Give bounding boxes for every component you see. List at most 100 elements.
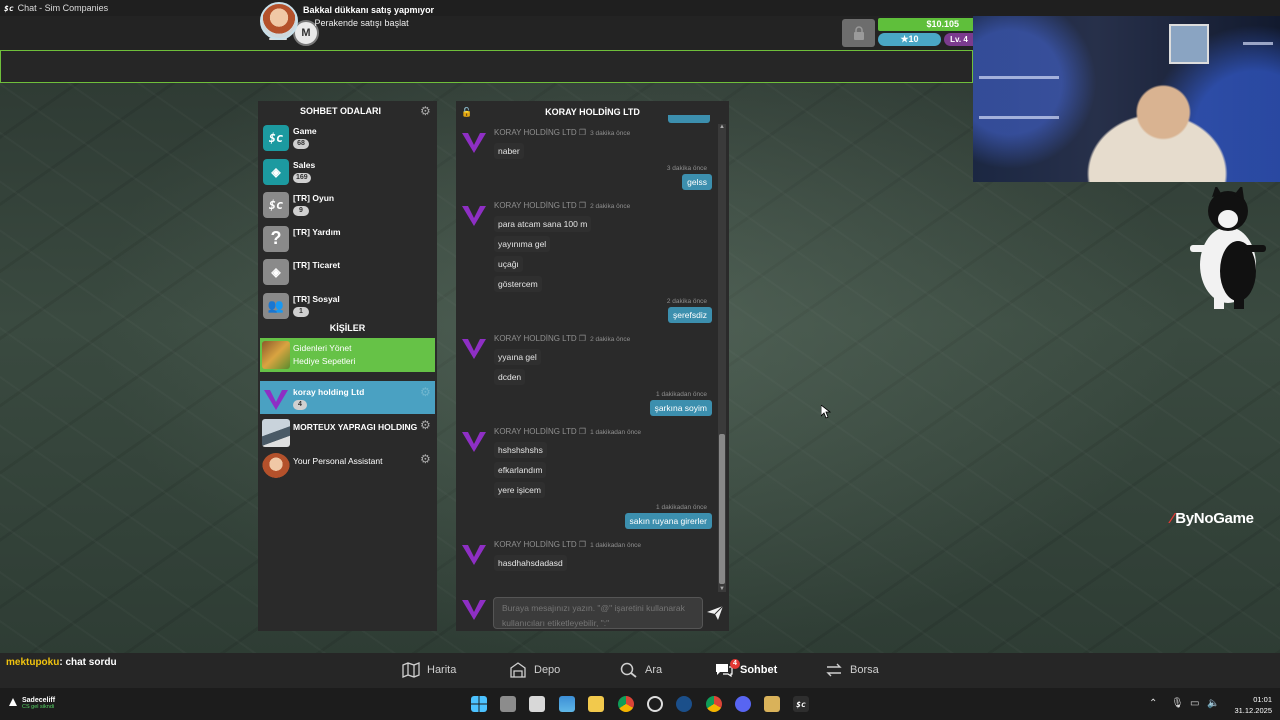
copy-icon[interactable]: ❐ bbox=[577, 427, 586, 436]
warehouse-icon bbox=[510, 662, 526, 678]
chat-room-item[interactable]: $c Game 68 bbox=[262, 124, 434, 156]
message-sender[interactable]: KORAY HOLDİNG LTD ❐ 1 dakikadan önce bbox=[494, 427, 641, 436]
taskbar-user[interactable]: Sadeceliff CS gel sikndi bbox=[8, 697, 55, 710]
contact-personal-assistant[interactable]: Your Personal Assistant ⚙ bbox=[260, 450, 435, 483]
sc-logo-icon: $c bbox=[263, 192, 289, 218]
company-logo-icon bbox=[462, 432, 486, 452]
app-icon[interactable] bbox=[764, 696, 780, 712]
mouse-cursor-icon bbox=[821, 405, 831, 419]
room-name: [TR] Oyun bbox=[293, 193, 335, 203]
contacts-title: KİŞİLER bbox=[329, 323, 366, 333]
message-sender[interactable]: KORAY HOLDİNG LTD ❐ 2 dakika önce bbox=[494, 334, 630, 343]
sc-logo-icon: $c bbox=[4, 3, 14, 13]
gear-icon[interactable]: ⚙ bbox=[420, 386, 432, 398]
notification-bar[interactable] bbox=[0, 50, 973, 83]
task-view-icon[interactable] bbox=[500, 696, 516, 712]
message-time: 3 dakika önce bbox=[666, 165, 707, 172]
message-time: 2 dakika önce bbox=[666, 298, 707, 305]
sc-logo-icon[interactable]: $c bbox=[793, 696, 809, 712]
photos-app-icon[interactable] bbox=[559, 696, 575, 712]
room-count-badge: 1 bbox=[293, 306, 309, 317]
message-bubble-partial bbox=[668, 115, 710, 123]
gift-baskets-button[interactable]: Gidenleri Yönet Hediye Sepetleri bbox=[260, 338, 435, 372]
contact-name: koray holding Ltd bbox=[293, 387, 365, 397]
money-balance[interactable]: $10.105 bbox=[878, 18, 973, 31]
scrollbar-thumb[interactable] bbox=[719, 434, 725, 584]
file-explorer-icon[interactable] bbox=[588, 696, 604, 712]
company-logo-icon bbox=[462, 545, 486, 565]
nav-map[interactable]: Harita bbox=[402, 662, 456, 678]
message-sender[interactable]: KORAY HOLDİNG LTD ❐ 1 dakikadan önce bbox=[494, 540, 641, 549]
copy-icon[interactable]: ❐ bbox=[577, 540, 586, 549]
nav-warehouse[interactable]: Depo bbox=[509, 662, 560, 678]
level-badge[interactable]: Lv. 4 bbox=[944, 33, 974, 46]
copy-icon[interactable]: ❐ bbox=[577, 334, 586, 343]
notification-title: Bakkal dükkanı satış yapmıyor bbox=[303, 5, 435, 15]
chat-room-item[interactable]: ◈ Sales 169 bbox=[262, 158, 434, 190]
streamer-webcam bbox=[973, 16, 1280, 182]
notification-action-link[interactable]: → Perakende satışı başlat bbox=[303, 18, 409, 28]
app-icon[interactable] bbox=[647, 696, 663, 712]
chat-room-item[interactable]: $c [TR] Oyun 9 bbox=[262, 191, 434, 223]
truck-avatar bbox=[262, 419, 290, 447]
chat-room-item[interactable]: 👥 [TR] Sosyal 1 bbox=[262, 292, 434, 324]
message-sender[interactable]: KORAY HOLDİNG LTD ❐ 2 dakika önce bbox=[494, 201, 630, 210]
nav-exchange[interactable]: Borsa bbox=[825, 662, 879, 678]
microphone-icon[interactable]: 🎙 bbox=[1171, 698, 1184, 709]
nav-chat[interactable]: Sohbet bbox=[715, 662, 777, 678]
people-icon: 👥 bbox=[263, 292, 289, 319]
flag-icon: ⁄ bbox=[1171, 510, 1174, 527]
chrome-icon[interactable] bbox=[706, 696, 722, 712]
sc-logo-icon: $c bbox=[263, 125, 289, 151]
incoming-message: yayınıma gel bbox=[494, 236, 551, 252]
send-icon[interactable] bbox=[706, 604, 724, 622]
gear-icon[interactable]: ⚙ bbox=[420, 105, 432, 117]
outgoing-message: sakın ruyana girerler bbox=[624, 513, 712, 529]
cat-sticker bbox=[1190, 187, 1266, 309]
chat-room-item[interactable]: ? [TR] Yardım bbox=[262, 225, 434, 257]
unread-badge: 4 bbox=[293, 400, 307, 410]
message-time: 2 dakika önce bbox=[590, 203, 631, 210]
chat-room-item[interactable]: ◈ [TR] Ticaret bbox=[262, 258, 434, 290]
gear-icon[interactable]: ⚙ bbox=[420, 419, 432, 431]
display-icon[interactable]: ▭ bbox=[1190, 698, 1199, 709]
chevron-up-icon[interactable]: ⌃ bbox=[1149, 698, 1157, 709]
arrow-right-icon: → bbox=[303, 18, 315, 28]
nav-search[interactable]: Ara bbox=[620, 662, 662, 678]
chat-scrollbar[interactable]: ▲ ▼ bbox=[718, 124, 726, 592]
gear-icon[interactable]: ⚙ bbox=[420, 453, 432, 465]
media-app-icon[interactable] bbox=[529, 696, 545, 712]
company-logo-icon bbox=[462, 206, 486, 226]
company-logo-icon bbox=[462, 133, 486, 153]
windows-start-icon[interactable] bbox=[471, 696, 487, 712]
outgoing-message: şarkına soyim bbox=[649, 400, 712, 416]
incoming-message: dcden bbox=[494, 369, 526, 385]
contact-name: MORTEUX YAPRAGI HOLDING bbox=[293, 422, 418, 432]
volume-icon[interactable]: 🔈 bbox=[1207, 698, 1219, 709]
discord-icon[interactable] bbox=[735, 696, 751, 712]
chrome-icon[interactable] bbox=[618, 696, 634, 712]
contact-morteux[interactable]: MORTEUX YAPRAGI HOLDING ⚙ bbox=[260, 416, 435, 449]
sale-tag-icon: ◈ bbox=[263, 259, 289, 285]
rating-badge[interactable]: ★10 bbox=[878, 33, 941, 46]
copy-icon[interactable]: ❐ bbox=[577, 201, 586, 210]
window-title: Chat - Sim Companies bbox=[17, 3, 109, 13]
copy-icon[interactable]: ❐ bbox=[577, 128, 586, 137]
contact-koray-holding[interactable]: koray holding Ltd 4 ⚙ bbox=[260, 381, 435, 414]
message-input[interactable] bbox=[493, 597, 703, 629]
incoming-message: para atcam sana 100 m bbox=[494, 216, 592, 232]
incoming-message: hasdhahsdadasd bbox=[494, 555, 567, 571]
incoming-message: efkarlandım bbox=[494, 462, 547, 478]
system-clock[interactable]: 01:01 31.12.2025 bbox=[1226, 694, 1272, 716]
lock-icon[interactable] bbox=[842, 19, 875, 47]
map-icon bbox=[402, 662, 420, 678]
outgoing-message: gelss bbox=[682, 174, 712, 190]
room-name: [TR] Ticaret bbox=[293, 260, 341, 270]
star-icon: ★ bbox=[900, 34, 909, 44]
steam-icon[interactable] bbox=[676, 696, 692, 712]
chat-unread-badge: 4 bbox=[730, 659, 740, 669]
window-titlebar: $c Chat - Sim Companies bbox=[0, 0, 1280, 16]
message-time: 1 dakikadan önce bbox=[590, 542, 642, 549]
message-sender[interactable]: KORAY HOLDİNG LTD ❐ 3 dakika önce bbox=[494, 128, 630, 137]
watermark: ⁄ ByNoGame bbox=[1171, 510, 1254, 527]
